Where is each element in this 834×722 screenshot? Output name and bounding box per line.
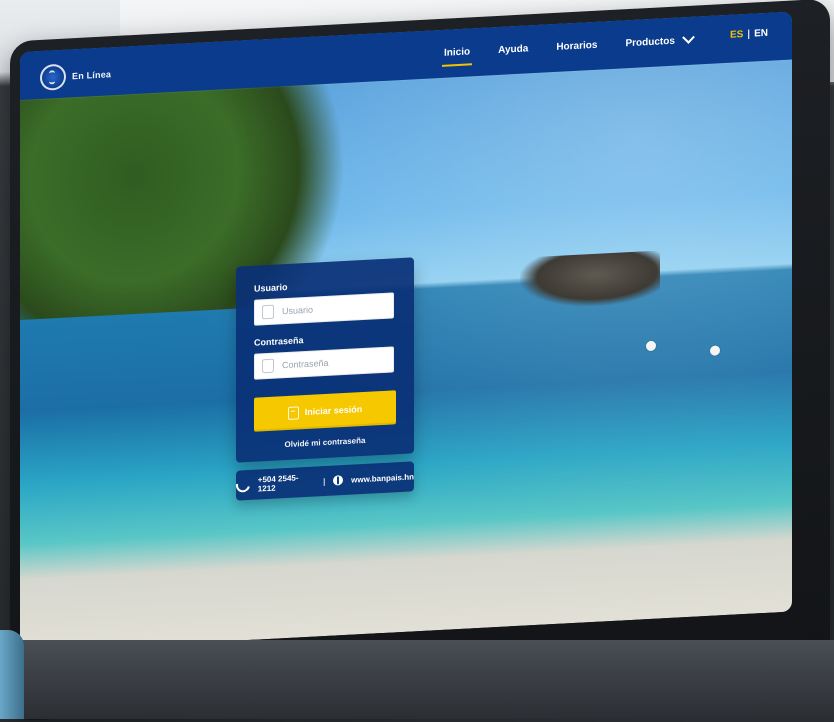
password-label: Contraseña	[254, 335, 304, 348]
nav-item-inicio[interactable]: Inicio	[444, 44, 470, 60]
lang-separator: |	[747, 28, 751, 40]
primary-nav: Inicio Ayuda Horarios Productos	[444, 31, 695, 61]
language-switcher: ES | EN	[730, 28, 768, 41]
person-hand	[0, 630, 24, 719]
bank-logo-text: En Línea	[72, 69, 112, 82]
bank-logo[interactable]: En Línea	[40, 61, 111, 91]
monitor-stand-area	[0, 640, 834, 719]
login-card: Usuario Contraseña Iniciar sesión Olvidé…	[236, 257, 414, 463]
contact-divider: |	[323, 476, 326, 486]
sea-rock	[520, 250, 660, 310]
user-icon	[262, 304, 274, 320]
phone-number[interactable]: +504 2545-1212	[258, 473, 315, 493]
lock-icon	[262, 358, 274, 374]
login-button-label: Iniciar sesión	[304, 404, 363, 418]
lang-es[interactable]: ES	[730, 29, 743, 41]
login-icon	[287, 405, 299, 420]
bank-logo-icon	[40, 63, 66, 91]
nav-item-productos[interactable]: Productos	[625, 31, 695, 52]
username-input[interactable]	[280, 299, 394, 318]
phone-icon	[233, 475, 253, 495]
nav-item-productos-label: Productos	[625, 35, 675, 50]
username-label: Usuario	[254, 281, 288, 294]
login-button[interactable]: Iniciar sesión	[254, 390, 396, 432]
username-field[interactable]	[254, 292, 394, 326]
forgot-password-link[interactable]: Olvidé mi contraseña	[236, 433, 414, 451]
chevron-down-icon	[681, 31, 695, 44]
website-link[interactable]: www.banpais.hn	[351, 472, 414, 484]
globe-icon	[333, 475, 344, 486]
nav-item-ayuda[interactable]: Ayuda	[498, 41, 528, 58]
password-input[interactable]	[280, 353, 394, 372]
nav-item-horarios[interactable]: Horarios	[556, 37, 597, 54]
browser-screen: En Línea Inicio Ayuda Horarios Productos…	[20, 11, 792, 652]
password-field[interactable]	[254, 346, 394, 380]
lang-en[interactable]: EN	[754, 28, 768, 40]
